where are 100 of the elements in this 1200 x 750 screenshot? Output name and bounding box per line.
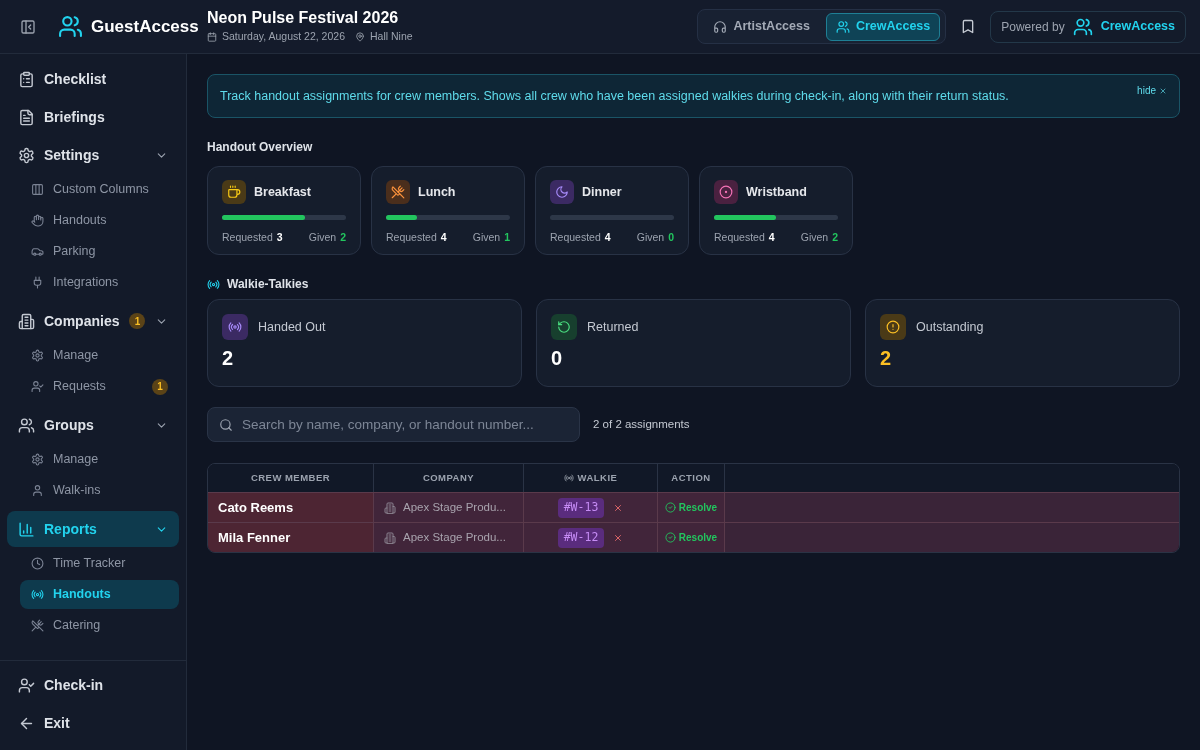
columns-icon bbox=[31, 183, 44, 196]
remove-button[interactable] bbox=[613, 532, 624, 543]
given-label: Given bbox=[308, 230, 337, 245]
sidebar-subitem[interactable]: Manage bbox=[20, 341, 179, 370]
count-badge: 1 bbox=[152, 378, 168, 395]
section-title: Walkie-Talkies bbox=[227, 276, 309, 292]
given-count: 1 bbox=[504, 230, 510, 245]
section-title: Handout Overview bbox=[207, 139, 314, 155]
sidebar-item[interactable]: Settings bbox=[7, 137, 179, 173]
users-logo-icon bbox=[1072, 16, 1093, 37]
sidebar-subitem[interactable]: Walk-ins bbox=[20, 476, 179, 505]
building-icon bbox=[18, 312, 35, 330]
given-count: 2 bbox=[832, 230, 838, 245]
gear-icon bbox=[31, 349, 44, 362]
stat-label: Handed Out bbox=[258, 318, 326, 336]
broadcast-icon bbox=[207, 277, 220, 291]
app-tab[interactable]: CrewAccess bbox=[825, 12, 941, 41]
product-name: CrewAccess bbox=[1100, 18, 1175, 36]
utensils-icon bbox=[386, 180, 410, 204]
clock-icon bbox=[31, 557, 44, 570]
stat-label: Outstanding bbox=[916, 318, 984, 336]
given-label: Given bbox=[472, 230, 501, 245]
event-date: Saturday, August 22, 2026 bbox=[222, 29, 345, 45]
handout-name: Lunch bbox=[418, 183, 456, 201]
given-count: 0 bbox=[668, 230, 674, 245]
sidebar-toggle-button[interactable] bbox=[20, 18, 36, 35]
sidebar-subitem[interactable]: Handouts bbox=[20, 580, 179, 609]
requested-count: 3 bbox=[276, 230, 283, 245]
sidebar-subitem[interactable]: Handouts bbox=[20, 206, 179, 235]
utensils-icon bbox=[31, 619, 44, 632]
result-count: 2 of 2 assignments bbox=[593, 416, 690, 432]
car-icon bbox=[31, 245, 44, 258]
close-icon bbox=[1159, 86, 1167, 95]
sidebar-item[interactable]: Check-in bbox=[7, 667, 179, 703]
count-badge: 1 bbox=[129, 313, 146, 329]
search-icon bbox=[219, 418, 233, 432]
crew-member-name: Mila Fenner bbox=[218, 528, 291, 547]
hide-button[interactable]: hide bbox=[1137, 83, 1167, 98]
user-icon bbox=[31, 484, 44, 497]
sidebar-item[interactable]: Reports bbox=[7, 511, 179, 547]
clipboard-icon bbox=[18, 70, 35, 88]
given-count: 2 bbox=[340, 230, 346, 245]
sidebar-item[interactable]: Checklist bbox=[7, 61, 179, 97]
sidebar-subitem[interactable]: Manage bbox=[20, 445, 179, 474]
gear-icon bbox=[18, 146, 35, 164]
brand-name: GuestAccess bbox=[91, 15, 199, 38]
broadcast-icon bbox=[222, 314, 248, 340]
sidebar-subitem[interactable]: Time Tracker bbox=[20, 549, 179, 578]
powered-by-label: Powered by bbox=[1001, 18, 1065, 36]
company-name: Apex Stage Produ... bbox=[403, 529, 506, 545]
sidebar-subitem[interactable]: Catering bbox=[20, 611, 179, 640]
sidebar-subitem[interactable]: Requests 1 bbox=[20, 372, 179, 401]
broadcast-icon bbox=[563, 473, 574, 483]
calendar-icon bbox=[207, 32, 217, 42]
event-venue: Hall Nine bbox=[370, 29, 413, 45]
company-name: Apex Stage Produ... bbox=[403, 499, 506, 515]
handout-name: Wristband bbox=[746, 183, 807, 201]
requested-label: Requested bbox=[714, 230, 765, 245]
requested-label: Requested bbox=[222, 230, 273, 245]
requested-count: 4 bbox=[604, 230, 611, 245]
hand-icon bbox=[31, 214, 44, 227]
sidebar-item[interactable]: Exit bbox=[7, 705, 179, 741]
sidebar-subitem[interactable]: Custom Columns bbox=[20, 175, 179, 204]
given-label: Given bbox=[800, 230, 829, 245]
remove-button[interactable] bbox=[613, 502, 624, 513]
sidebar-subitem[interactable]: Parking bbox=[20, 237, 179, 266]
plug-icon bbox=[31, 276, 44, 289]
user-check-icon bbox=[18, 676, 35, 694]
search-field[interactable]: Search by name, company, or handout number... bbox=[207, 407, 580, 442]
requested-count: 4 bbox=[768, 230, 775, 245]
headphones-icon bbox=[713, 19, 728, 34]
given-label: Given bbox=[636, 230, 665, 245]
check-circle-icon bbox=[664, 502, 676, 513]
walkie-tag: #W-12 bbox=[557, 527, 605, 548]
walkie-tag: #W-13 bbox=[557, 497, 605, 518]
stat-value: 2 bbox=[222, 346, 235, 370]
user-check-icon bbox=[31, 380, 44, 393]
sidebar-item[interactable]: Briefings bbox=[7, 99, 179, 135]
sidebar-item[interactable]: Companies 1 bbox=[7, 303, 179, 339]
users-icon bbox=[835, 19, 850, 34]
requested-label: Requested bbox=[550, 230, 601, 245]
coffee-cup-icon bbox=[222, 180, 246, 204]
banner-text: Track handout assignments for crew members. Shows all crew who have been assigned walkies during check-in, along with their return status. bbox=[220, 87, 1009, 105]
moon-icon bbox=[550, 180, 574, 204]
crew-member-name: Cato Reems bbox=[218, 498, 294, 517]
stat-value: 0 bbox=[551, 346, 564, 370]
event-title: Neon Pulse Festival 2026 bbox=[207, 8, 400, 29]
building-icon bbox=[384, 501, 396, 514]
sidebar-subitem[interactable]: Integrations bbox=[20, 268, 179, 297]
gear-icon bbox=[31, 453, 44, 466]
sidebar-item[interactable]: Groups bbox=[7, 407, 179, 443]
users-icon bbox=[18, 416, 35, 434]
document-icon bbox=[18, 108, 35, 126]
map-pin-icon bbox=[355, 32, 365, 42]
users-logo-icon bbox=[58, 14, 83, 39]
building-icon bbox=[384, 531, 396, 544]
stat-value: 2 bbox=[880, 346, 893, 370]
check-circle-icon bbox=[664, 532, 676, 543]
handout-name: Dinner bbox=[582, 183, 622, 201]
app-tab[interactable]: ArtistAccess bbox=[703, 12, 820, 41]
